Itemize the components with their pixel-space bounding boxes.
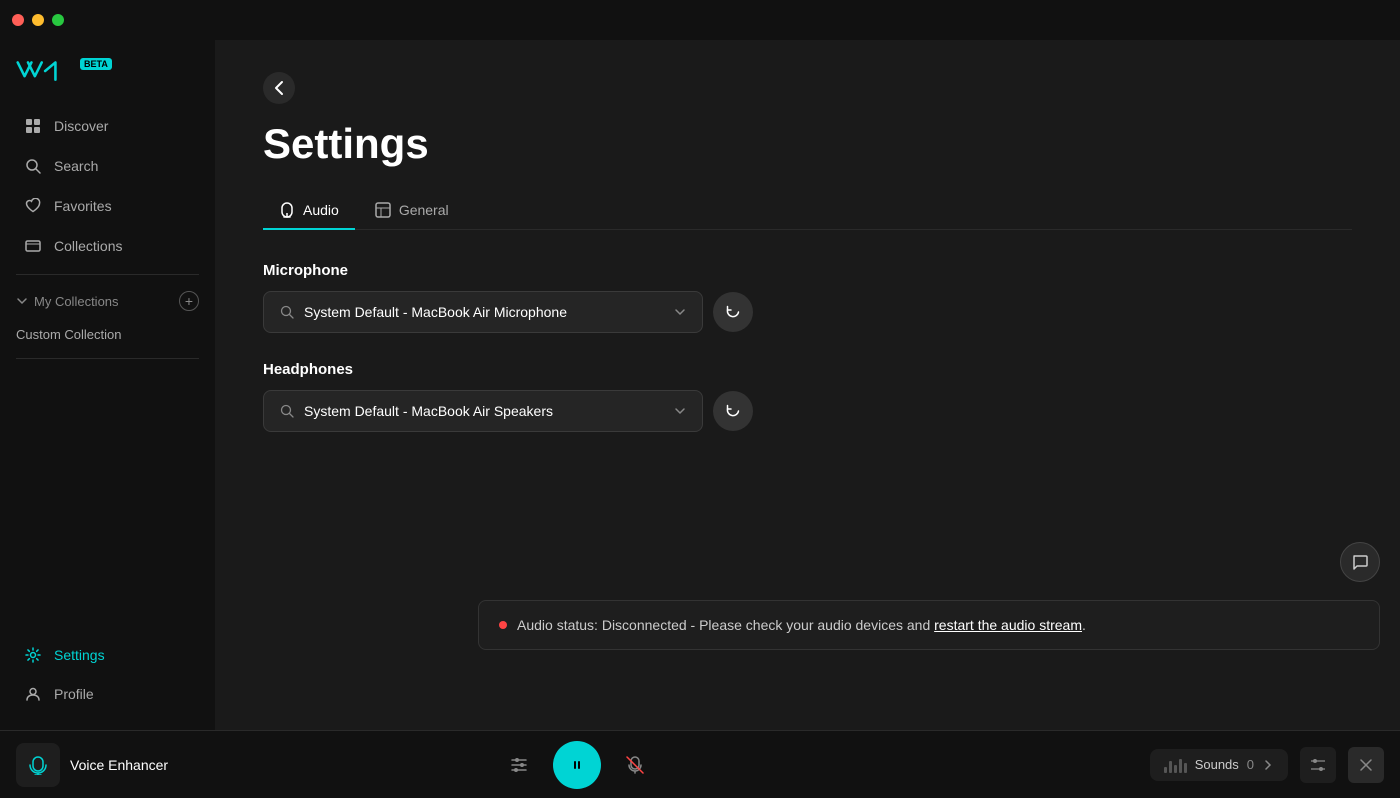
status-bar: Audio status: Disconnected - Please chec… (478, 600, 1380, 650)
page-title: Settings (263, 120, 1352, 168)
general-icon (375, 202, 391, 218)
bottom-controls (501, 741, 653, 789)
profile-icon (24, 685, 42, 703)
headphones-dropdown[interactable]: System Default - MacBook Air Speakers (263, 390, 703, 432)
sidebar-item-discover[interactable]: Discover (8, 107, 207, 145)
gear-icon (24, 646, 42, 664)
microphone-label: Microphone (263, 262, 1352, 279)
hp-search-icon (280, 404, 294, 418)
sidebar-divider-2 (16, 358, 199, 359)
close-panel-button[interactable] (1348, 747, 1384, 783)
heart-icon (24, 197, 42, 215)
chat-icon (1351, 553, 1369, 571)
sidebar: BETA Discover Search (0, 40, 215, 730)
play-button[interactable] (553, 741, 601, 789)
status-message: Audio status: Disconnected - Please chec… (517, 617, 934, 633)
grid-icon (24, 117, 42, 135)
app-logo (16, 56, 76, 86)
tabs-container: Audio General (263, 192, 1352, 230)
headphones-row: System Default - MacBook Air Speakers (263, 390, 1352, 432)
sliders-icon (1310, 757, 1326, 773)
search-label: Search (54, 158, 98, 174)
settings-label: Settings (54, 647, 105, 663)
settings-bottom-button[interactable] (1300, 747, 1336, 783)
sounds-chevron-icon (1262, 759, 1274, 771)
sound-bar-1 (1164, 767, 1167, 773)
mic-search-icon (280, 305, 294, 319)
title-bar (0, 0, 1400, 40)
sidebar-item-collections[interactable]: Collections (8, 227, 207, 265)
bottom-bar: Voice Enhancer (0, 730, 1400, 798)
maximize-button[interactable] (52, 14, 64, 26)
status-indicator (499, 621, 507, 629)
collection-icon (24, 237, 42, 255)
headphones-value: System Default - MacBook Air Speakers (304, 403, 664, 419)
sound-bar-2 (1169, 761, 1172, 773)
sidebar-item-favorites[interactable]: Favorites (8, 187, 207, 225)
mic-off-icon (625, 755, 645, 775)
sound-bar-4 (1179, 759, 1182, 773)
voice-enhancer-label: Voice Enhancer (70, 757, 168, 773)
app-body: BETA Discover Search (0, 40, 1400, 730)
logo-area: BETA (0, 56, 215, 106)
microphone-refresh-button[interactable] (713, 292, 753, 332)
sidebar-bottom: Settings Profile (0, 635, 215, 714)
sound-bar-3 (1174, 765, 1177, 773)
voice-enhancer-icon (28, 755, 48, 775)
sounds-label: Sounds (1195, 757, 1239, 772)
custom-collection-item[interactable]: Custom Collection (0, 319, 215, 350)
beta-badge: BETA (80, 58, 112, 70)
general-tab-label: General (399, 202, 449, 218)
status-text: Audio status: Disconnected - Please chec… (517, 617, 1086, 633)
eq-button[interactable] (501, 747, 537, 783)
microphone-value: System Default - MacBook Air Microphone (304, 304, 664, 320)
close-button[interactable] (12, 14, 24, 26)
back-button[interactable] (263, 72, 295, 104)
mic-off-button[interactable] (617, 747, 653, 783)
voice-enhancer-section: Voice Enhancer (16, 743, 489, 787)
microphone-section: Microphone System Default - MacBook Air … (263, 262, 1352, 333)
chevron-down-icon-2 (674, 405, 686, 417)
main-content: Settings Audio G (215, 40, 1400, 730)
my-collections-header[interactable]: My Collections + (0, 283, 215, 319)
headphones-section: Headphones System Default - MacBook Air … (263, 361, 1352, 432)
sounds-section[interactable]: Sounds 0 (1150, 749, 1288, 781)
discover-label: Discover (54, 118, 108, 134)
profile-label: Profile (54, 686, 94, 702)
audio-icon (279, 202, 295, 218)
audio-tab-label: Audio (303, 202, 339, 218)
add-collection-button[interactable]: + (179, 291, 199, 311)
minimize-button[interactable] (32, 14, 44, 26)
restart-audio-link[interactable]: restart the audio stream (934, 617, 1082, 633)
voice-enhancer-icon-box (16, 743, 60, 787)
headphones-label: Headphones (263, 361, 1352, 378)
chevron-down-icon (674, 306, 686, 318)
microphone-row: System Default - MacBook Air Microphone (263, 291, 1352, 333)
tab-audio[interactable]: Audio (263, 192, 355, 230)
my-collections-label: My Collections (34, 294, 119, 309)
play-icon (566, 754, 588, 776)
sidebar-item-settings[interactable]: Settings (8, 636, 207, 674)
sounds-bars (1164, 757, 1187, 773)
chat-button[interactable] (1340, 542, 1380, 582)
tab-general[interactable]: General (359, 192, 465, 230)
chevron-down-icon (16, 295, 28, 307)
sound-bar-5 (1184, 763, 1187, 773)
x-icon (1359, 758, 1373, 772)
collections-label: Collections (54, 238, 122, 254)
favorites-label: Favorites (54, 198, 112, 214)
search-icon (24, 157, 42, 175)
sidebar-divider (16, 274, 199, 275)
headphones-refresh-button[interactable] (713, 391, 753, 431)
sounds-count: 0 (1247, 757, 1254, 772)
microphone-dropdown[interactable]: System Default - MacBook Air Microphone (263, 291, 703, 333)
sidebar-item-profile[interactable]: Profile (8, 675, 207, 713)
sidebar-item-search[interactable]: Search (8, 147, 207, 185)
